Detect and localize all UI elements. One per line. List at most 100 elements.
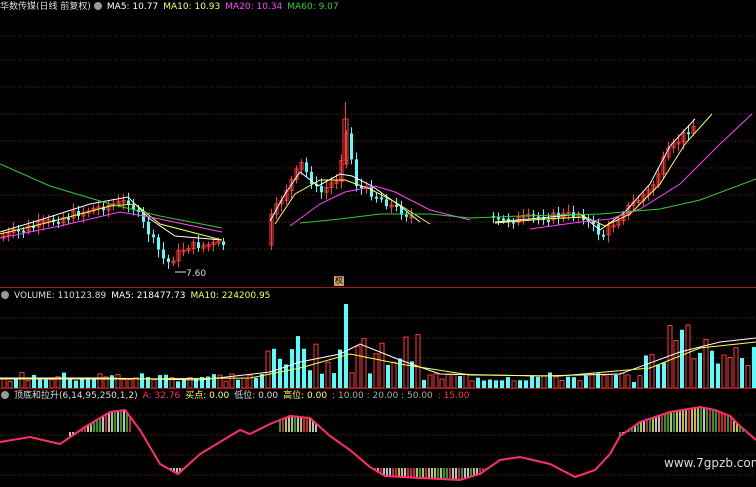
volume-bar [44, 378, 48, 388]
candle-body [370, 186, 373, 197]
volume-bar [217, 374, 223, 388]
volume-bar [716, 363, 720, 388]
volume-bar [691, 358, 697, 388]
volume-bar [110, 375, 114, 388]
volume-bar [500, 380, 504, 388]
volume-bar [302, 348, 306, 388]
candle-body [687, 132, 690, 135]
panel-separator-2 [0, 388, 756, 389]
volume-bar [187, 376, 193, 388]
volume-bar [415, 334, 421, 388]
ma10-label: MA10: 10.93 [163, 2, 221, 12]
indicator-name: 顶底和拉升(6,14,95,250,1,2) [14, 391, 138, 401]
candle-body [380, 197, 383, 200]
event-badge[interactable]: 权 [334, 276, 344, 286]
volume-bar [445, 373, 451, 388]
volume-bar [548, 372, 552, 388]
indicator-panel-header: 顶底和拉升(6,14,95,250,1,2) A: 32.76 买点: 0.00 低位… [0, 390, 474, 402]
volume-bar [127, 378, 133, 388]
ma5-line [0, 196, 223, 241]
volume-bar [463, 373, 469, 388]
candle-body [77, 211, 80, 216]
volume-bar [625, 374, 631, 388]
volume-bar [601, 374, 607, 388]
volume-bar [427, 374, 433, 388]
indicator-levels: : 10.00 : 20.00 : 50.00 [332, 391, 433, 401]
ma5-line-3 [494, 118, 696, 231]
volume-bar [320, 373, 324, 388]
volume-bar [62, 372, 66, 388]
volume-bar [158, 375, 162, 388]
volume-bar [398, 358, 402, 388]
volume-bar [619, 372, 625, 388]
candle-body [405, 214, 408, 217]
volume-bar [379, 342, 385, 388]
volume-bar [25, 380, 31, 388]
volume-bar [278, 358, 282, 388]
volume-bar [313, 343, 319, 388]
volume-chart[interactable] [0, 302, 756, 388]
volume-bar [391, 361, 397, 388]
indicator-buy: 买点: 0.00 [185, 391, 230, 401]
volume-bar [596, 373, 600, 388]
volume-bar [140, 373, 144, 388]
volume-bar [80, 378, 84, 388]
candle-body [157, 237, 160, 250]
volume-bar [223, 380, 229, 388]
indicator-circle-icon[interactable] [1, 391, 9, 399]
volume-bar [74, 380, 78, 388]
volume-bar [49, 378, 55, 388]
volume-bar [422, 379, 426, 388]
volume-bar [511, 380, 517, 388]
volume-bar [644, 355, 648, 388]
volume-bar [458, 376, 462, 388]
volume-bar [284, 364, 288, 388]
volume-bar [368, 373, 372, 388]
candle-body [355, 159, 358, 187]
volume-bar [164, 374, 168, 388]
volume-bar [541, 375, 547, 388]
candle-body [320, 185, 323, 193]
volume-bar [386, 364, 390, 388]
volume-bar [469, 380, 475, 388]
volume-bar [254, 377, 258, 388]
candle-body [197, 242, 200, 248]
candle-body [222, 241, 225, 245]
candle-body [167, 258, 170, 262]
volume-panel-header: VOLUME: 110123.89 MA5: 218477.73 MA10: 224… [0, 290, 275, 302]
volume-circle-icon[interactable] [1, 291, 9, 299]
ma10-line-3 [494, 113, 713, 227]
indicator-top-level: : 15.00 [437, 391, 470, 401]
settings-circle-icon[interactable] [93, 2, 102, 10]
candle-body [395, 204, 398, 207]
volume-bar [572, 377, 576, 388]
volume-bar [536, 376, 540, 388]
candle-body [502, 218, 505, 221]
ma60-label: MA60: 9.07 [287, 2, 339, 12]
volume-bar [355, 345, 361, 388]
candle-body [152, 234, 155, 238]
volume-bar [265, 350, 271, 388]
volume-bar [121, 378, 127, 388]
volume-bar [476, 377, 480, 388]
volume-bar [745, 364, 751, 388]
volume-bar [506, 377, 510, 388]
candle-body [147, 221, 150, 235]
indicator-chart[interactable] [0, 402, 756, 487]
volume-bar [673, 340, 679, 388]
price-chart[interactable]: 7.60 [0, 14, 756, 286]
candle-body [22, 230, 25, 233]
volume-bar [344, 304, 348, 388]
volume-bar [607, 373, 613, 388]
volume-bar [308, 370, 312, 388]
candle-body [305, 162, 308, 172]
volume-label: VOLUME: 110123.89 [14, 291, 107, 301]
candle-body [375, 196, 378, 199]
candle-body [162, 249, 165, 259]
volume-bar [86, 378, 90, 388]
volume-bar [488, 379, 492, 388]
volume-bar [530, 376, 534, 388]
volume-bar [241, 377, 247, 388]
ma20-label: MA20: 10.34 [225, 2, 283, 12]
volume-bar [649, 354, 655, 388]
